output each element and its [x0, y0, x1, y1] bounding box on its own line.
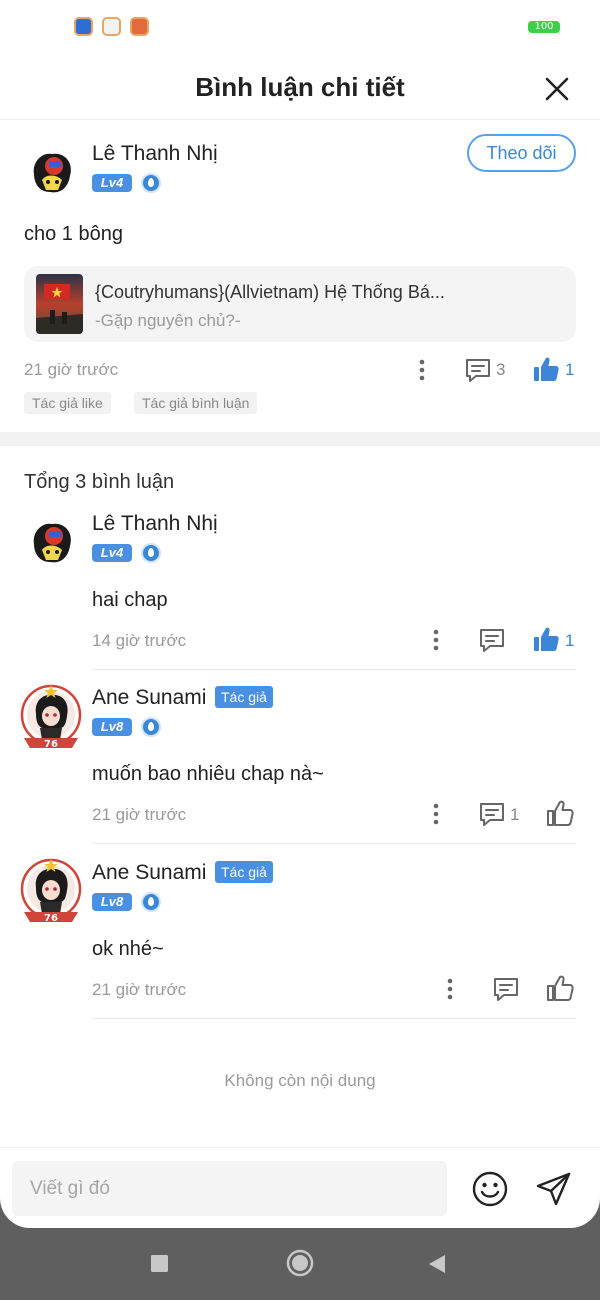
comment-input[interactable] — [12, 1161, 447, 1216]
notification-app-icon — [130, 17, 149, 36]
comment-time: 21 giờ trước — [24, 360, 119, 379]
reply-button[interactable] — [478, 626, 506, 654]
comment-text: hai chap — [92, 589, 168, 611]
like-button[interactable] — [546, 799, 574, 827]
reply-button[interactable] — [464, 356, 492, 384]
more-vertical-icon — [433, 629, 439, 651]
thumbs-up-icon — [547, 975, 574, 1001]
vip-badge-icon — [141, 892, 161, 912]
comment-input-bar — [0, 1147, 600, 1228]
reply-button[interactable] — [478, 800, 506, 828]
author-commented-tag: Tác giả bình luận — [134, 392, 258, 414]
more-options-button[interactable] — [426, 801, 446, 827]
back-button[interactable] — [427, 1253, 447, 1275]
like-count: 1 — [565, 631, 575, 650]
reply-divider — [92, 843, 576, 844]
reply-divider — [92, 669, 576, 670]
thumbs-up-icon — [534, 357, 559, 381]
reply-divider — [92, 1018, 576, 1019]
like-button[interactable] — [532, 625, 560, 653]
vip-badge-icon — [141, 173, 161, 193]
reply-count: 1 — [510, 805, 520, 824]
home-button[interactable] — [286, 1249, 314, 1277]
more-vertical-icon — [433, 803, 439, 825]
author-badge: Tác giả — [215, 861, 273, 883]
follow-button[interactable]: Theo dõi — [467, 134, 576, 172]
comment-icon — [480, 629, 504, 652]
svg-text:76: 76 — [44, 739, 58, 750]
comment-icon — [466, 359, 490, 382]
recent-apps-button[interactable] — [150, 1254, 169, 1273]
section-divider — [0, 432, 600, 446]
battery-indicator: 100 — [528, 21, 560, 33]
thumbs-up-icon — [534, 627, 559, 651]
level-badge: Lv8 — [92, 718, 132, 736]
send-button[interactable] — [535, 1170, 573, 1208]
header: Bình luận chi tiết — [0, 58, 600, 120]
nav-back-icon — [429, 1255, 445, 1273]
screen: 100 Bình luận chi tiết Lê Thanh Nhị Lv4 — [0, 0, 600, 1228]
avatar[interactable] — [24, 514, 80, 570]
close-icon — [545, 77, 569, 101]
comment-text: muốn bao nhiêu chap nà~ — [92, 763, 324, 785]
comment-time: 21 giờ trước — [92, 805, 187, 824]
reply-count: 3 — [496, 360, 506, 379]
reply-button[interactable] — [492, 975, 520, 1003]
more-vertical-icon — [419, 359, 425, 381]
story-title: {Coutryhumans}(Allvietnam) Hệ Thống Bá..… — [95, 282, 445, 302]
notification-app-icon — [102, 17, 121, 36]
level-badge: Lv4 — [92, 544, 132, 562]
system-navigation-bar — [0, 1228, 600, 1300]
more-vertical-icon — [447, 978, 453, 1000]
more-options-button[interactable] — [440, 976, 460, 1002]
level-badge: Lv4 — [92, 174, 132, 192]
story-subtitle: -Gặp nguyên chủ?- — [95, 311, 241, 330]
author-badge: Tác giả — [215, 686, 273, 708]
author-liked-tag: Tác giả like — [24, 392, 111, 414]
comment-text: cho 1 bông — [24, 223, 123, 245]
username[interactable]: Ane Sunami — [92, 861, 206, 885]
avatar[interactable]: 76 — [20, 684, 82, 750]
close-button[interactable] — [542, 74, 572, 104]
nav-square-icon — [151, 1255, 168, 1272]
level-badge: Lv8 — [92, 893, 132, 911]
like-count: 1 — [565, 360, 575, 379]
notification-app-icon — [74, 17, 93, 36]
username[interactable]: Lê Thanh Nhị — [92, 142, 218, 166]
comment-time: 21 giờ trước — [92, 980, 187, 999]
like-button[interactable] — [546, 974, 574, 1002]
end-of-content-label: Không còn nội dung — [224, 1071, 376, 1090]
nav-circle-icon — [286, 1249, 314, 1277]
comment-time: 14 giờ trước — [92, 631, 187, 650]
avatar[interactable]: 76 — [20, 858, 82, 924]
comment-icon — [494, 978, 518, 1001]
username[interactable]: Ane Sunami — [92, 686, 206, 710]
avatar[interactable] — [24, 144, 80, 200]
main-comment: Lê Thanh Nhị Lv4 Theo dõi cho 1 bông {Co… — [0, 122, 600, 432]
status-bar: 100 — [0, 0, 600, 52]
more-options-button[interactable] — [426, 627, 446, 653]
story-cover-image — [36, 274, 83, 334]
page-title: Bình luận chi tiết — [195, 72, 405, 102]
comment-text: ok nhé~ — [92, 938, 164, 960]
vip-badge-icon — [141, 717, 161, 737]
username[interactable]: Lê Thanh Nhị — [92, 512, 218, 536]
send-icon — [536, 1172, 571, 1206]
svg-text:76: 76 — [44, 913, 58, 924]
emoji-button[interactable] — [472, 1171, 508, 1207]
vip-badge-icon — [141, 543, 161, 563]
thumbs-up-icon — [547, 800, 574, 826]
comment-icon — [480, 803, 504, 826]
story-card[interactable]: {Coutryhumans}(Allvietnam) Hệ Thống Bá..… — [24, 266, 576, 342]
total-comments-label: Tổng 3 bình luận — [24, 471, 175, 493]
like-button[interactable] — [532, 355, 560, 383]
emoji-icon — [472, 1171, 508, 1207]
more-options-button[interactable] — [412, 357, 432, 383]
